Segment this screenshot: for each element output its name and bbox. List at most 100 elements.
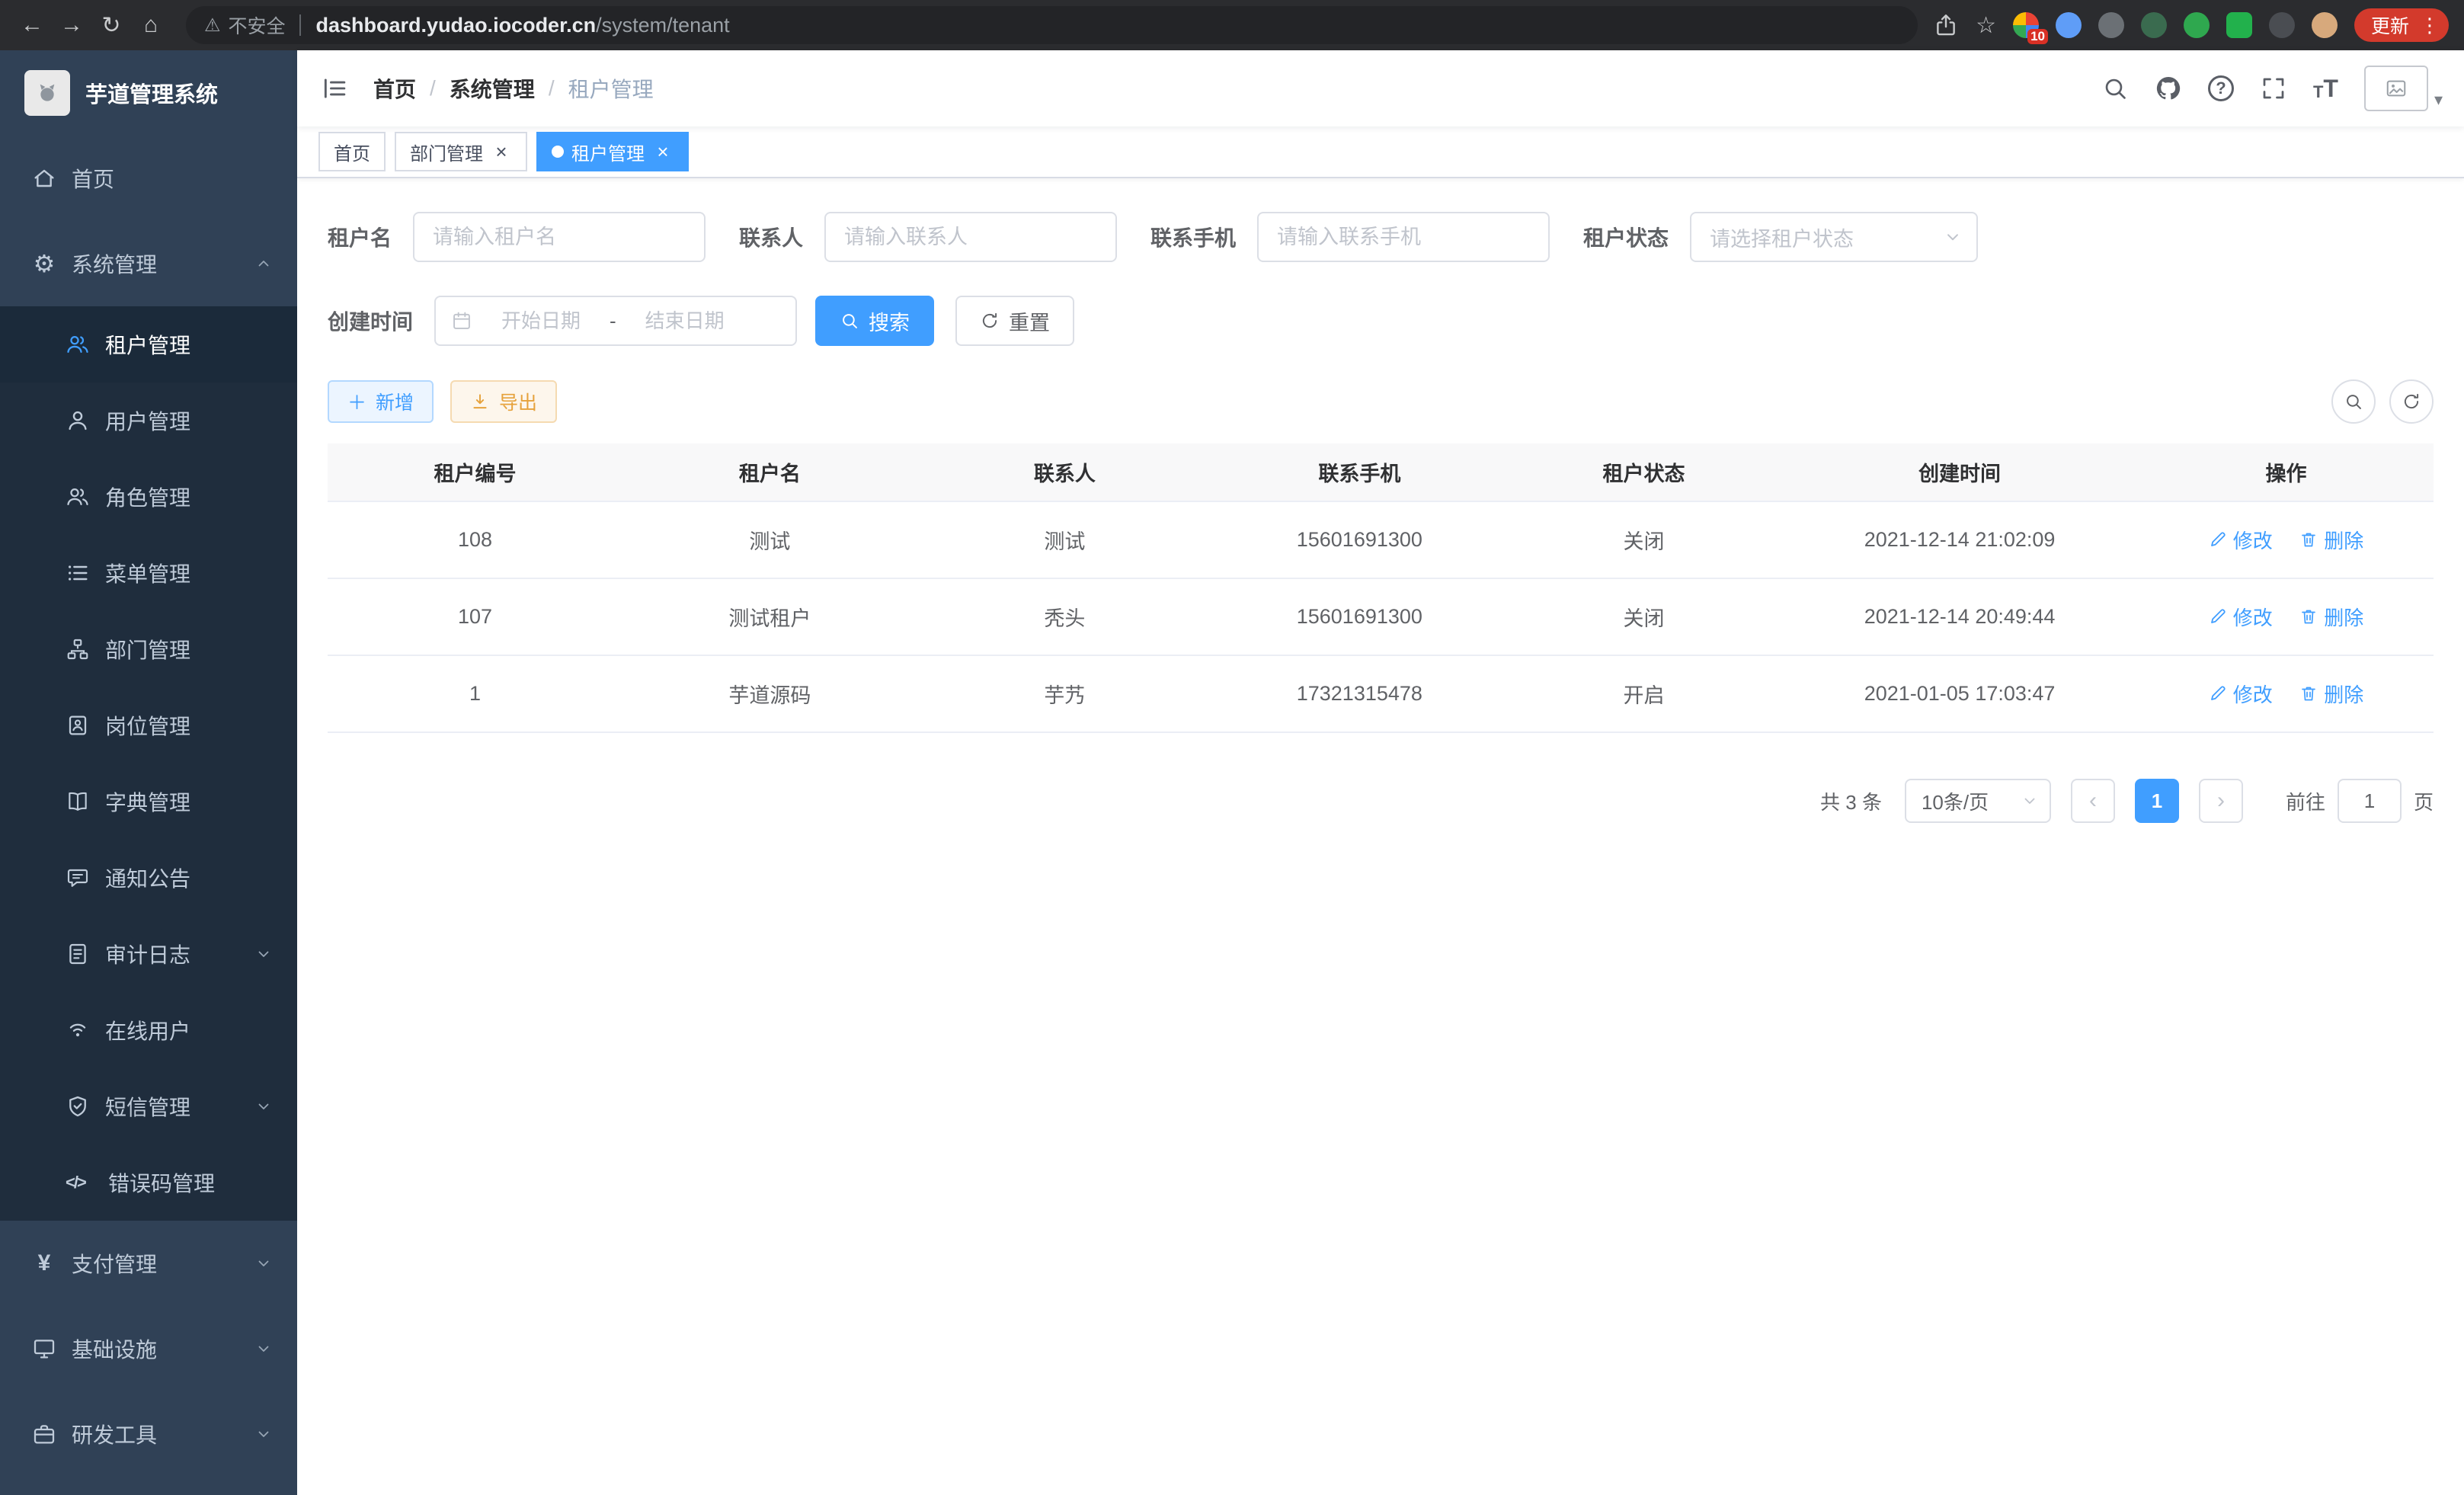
breadcrumb: 首页 / 系统管理 / 租户管理: [373, 73, 654, 104]
page-size-label: 10条/页: [1922, 787, 1989, 815]
tab-tenant-management[interactable]: 租户管理×: [536, 132, 689, 171]
fullscreen-icon[interactable]: [2260, 75, 2287, 102]
update-button[interactable]: 更新⋮: [2354, 8, 2449, 42]
date-range-picker[interactable]: -: [434, 296, 797, 346]
sidebar-item-label: 研发工具: [72, 1419, 157, 1449]
app-title: 芋道管理系统: [85, 77, 218, 109]
browser-menu-icon[interactable]: ⋮: [2420, 14, 2440, 37]
sidebar-item-label: 系统管理: [72, 248, 157, 279]
address-bar[interactable]: ⚠ 不安全 dashboard.yudao.iocoder.cn/system/…: [186, 6, 1918, 44]
goto-page-input[interactable]: [2338, 779, 2402, 823]
bookmark-star-icon[interactable]: ☆: [1976, 12, 1996, 39]
sidebar-item-infrastructure[interactable]: 基础设施: [0, 1306, 297, 1391]
share-icon[interactable]: [1933, 12, 1959, 38]
sidebar-item-role-management[interactable]: 角色管理: [0, 459, 297, 535]
column-operations: 操作: [2139, 443, 2434, 501]
sidebar-item-tenant-management[interactable]: 租户管理: [0, 306, 297, 383]
sidebar-item-user-management[interactable]: 用户管理: [0, 383, 297, 459]
sidebar-item-system-management[interactable]: ⚙ 系统管理: [0, 221, 297, 306]
table-header: 租户编号 租户名 联系人 联系手机 租户状态 创建时间 操作: [328, 443, 2434, 501]
cell-created: 2021-01-05 17:03:47: [1781, 655, 2139, 732]
next-page-button[interactable]: ›: [2199, 779, 2243, 823]
prev-page-button[interactable]: ‹: [2071, 779, 2115, 823]
sidebar-item-post-management[interactable]: 岗位管理: [0, 687, 297, 764]
sidebar-item-dashboard[interactable]: 首页: [0, 136, 297, 221]
sidebar-item-audit-log[interactable]: 审计日志: [0, 916, 297, 992]
sidebar-item-dept-management[interactable]: 部门管理: [0, 611, 297, 687]
extension-icon[interactable]: 10: [2013, 12, 2039, 38]
extension-badge: 10: [2027, 29, 2048, 44]
cell-contact: 秃头: [917, 578, 1212, 655]
security-warning-icon: ⚠: [204, 14, 221, 37]
start-date-input[interactable]: [483, 309, 599, 333]
forward-icon[interactable]: →: [52, 7, 91, 43]
tenant-name-input[interactable]: [413, 212, 706, 262]
github-icon[interactable]: [2155, 75, 2182, 102]
export-button[interactable]: 导出: [450, 380, 557, 423]
breadcrumb-home[interactable]: 首页: [373, 73, 416, 104]
delete-button[interactable]: 删除: [2299, 603, 2363, 631]
pagination-total: 共 3 条: [1820, 787, 1882, 815]
delete-button[interactable]: 删除: [2299, 526, 2363, 554]
contact-input[interactable]: [824, 212, 1117, 262]
sidebar-item-error-code-management[interactable]: </> 错误码管理: [0, 1144, 297, 1221]
extension-icon[interactable]: [2141, 12, 2167, 38]
breadcrumb-current: 租户管理: [568, 73, 654, 104]
sidebar-item-label: 菜单管理: [105, 558, 190, 588]
extension-icon[interactable]: [2226, 12, 2252, 38]
extension-icon[interactable]: [2184, 12, 2210, 38]
extension-icon[interactable]: [2098, 12, 2124, 38]
sidebar-item-dict-management[interactable]: 字典管理: [0, 764, 297, 840]
gear-icon: ⚙: [32, 251, 56, 276]
tab-home[interactable]: 首页: [318, 132, 386, 171]
yen-icon: ¥: [32, 1250, 56, 1276]
extension-icon[interactable]: [2312, 12, 2338, 38]
sidebar-item-sms-management[interactable]: 短信管理: [0, 1068, 297, 1144]
search-button[interactable]: 搜索: [815, 296, 934, 346]
edit-button[interactable]: 修改: [2209, 526, 2273, 554]
user-menu[interactable]: ▾: [2364, 66, 2443, 111]
tab-label: 部门管理: [410, 139, 483, 165]
close-icon[interactable]: ×: [652, 141, 674, 162]
extension-icon[interactable]: [2056, 12, 2082, 38]
sidebar-item-menu-management[interactable]: 菜单管理: [0, 535, 297, 611]
search-icon[interactable]: [2101, 75, 2129, 102]
plus-icon: ＋: [347, 388, 366, 415]
edit-button[interactable]: 修改: [2209, 680, 2273, 708]
breadcrumb-separator: /: [549, 76, 555, 101]
toolbox-icon: [32, 1422, 56, 1446]
extension-icon[interactable]: [2269, 12, 2295, 38]
chevron-down-icon: [254, 1340, 273, 1358]
edit-button[interactable]: 修改: [2209, 603, 2273, 631]
breadcrumb-system[interactable]: 系统管理: [450, 73, 535, 104]
toggle-search-button[interactable]: [2331, 379, 2376, 424]
page-size-select[interactable]: 10条/页: [1905, 779, 2051, 823]
reset-button[interactable]: 重置: [955, 296, 1074, 346]
app-logo[interactable]: 芋道管理系统: [0, 50, 297, 136]
back-icon[interactable]: ←: [12, 7, 52, 43]
sidebar-toggle[interactable]: [297, 50, 373, 126]
sidebar-item-online-users[interactable]: 在线用户: [0, 992, 297, 1068]
tab-dept-management[interactable]: 部门管理 ×: [395, 132, 527, 171]
add-button[interactable]: ＋ 新增: [328, 380, 434, 423]
reload-icon[interactable]: ↻: [91, 7, 131, 43]
refresh-table-button[interactable]: [2389, 379, 2434, 424]
sidebar-item-dev-tools[interactable]: 研发工具: [0, 1391, 297, 1477]
close-icon[interactable]: ×: [491, 141, 512, 162]
caret-down-icon: ▾: [2434, 91, 2443, 111]
end-date-input[interactable]: [627, 309, 743, 333]
font-size-icon[interactable]: TT: [2313, 76, 2338, 101]
calendar-icon: [451, 310, 472, 331]
home-icon[interactable]: ⌂: [131, 7, 171, 43]
phone-input[interactable]: [1257, 212, 1550, 262]
delete-button[interactable]: 删除: [2299, 680, 2363, 708]
help-icon[interactable]: ?: [2208, 75, 2234, 101]
cell-created: 2021-12-14 20:49:44: [1781, 578, 2139, 655]
chevron-down-icon: [254, 1425, 273, 1443]
page-number-current[interactable]: 1: [2135, 779, 2179, 823]
cell-status: 关闭: [1507, 501, 1781, 578]
sidebar-item-pay-management[interactable]: ¥ 支付管理: [0, 1221, 297, 1306]
sidebar-item-notice[interactable]: 通知公告: [0, 840, 297, 916]
url-path: /system/tenant: [596, 14, 730, 37]
status-select[interactable]: 请选择租户状态: [1690, 212, 1978, 262]
